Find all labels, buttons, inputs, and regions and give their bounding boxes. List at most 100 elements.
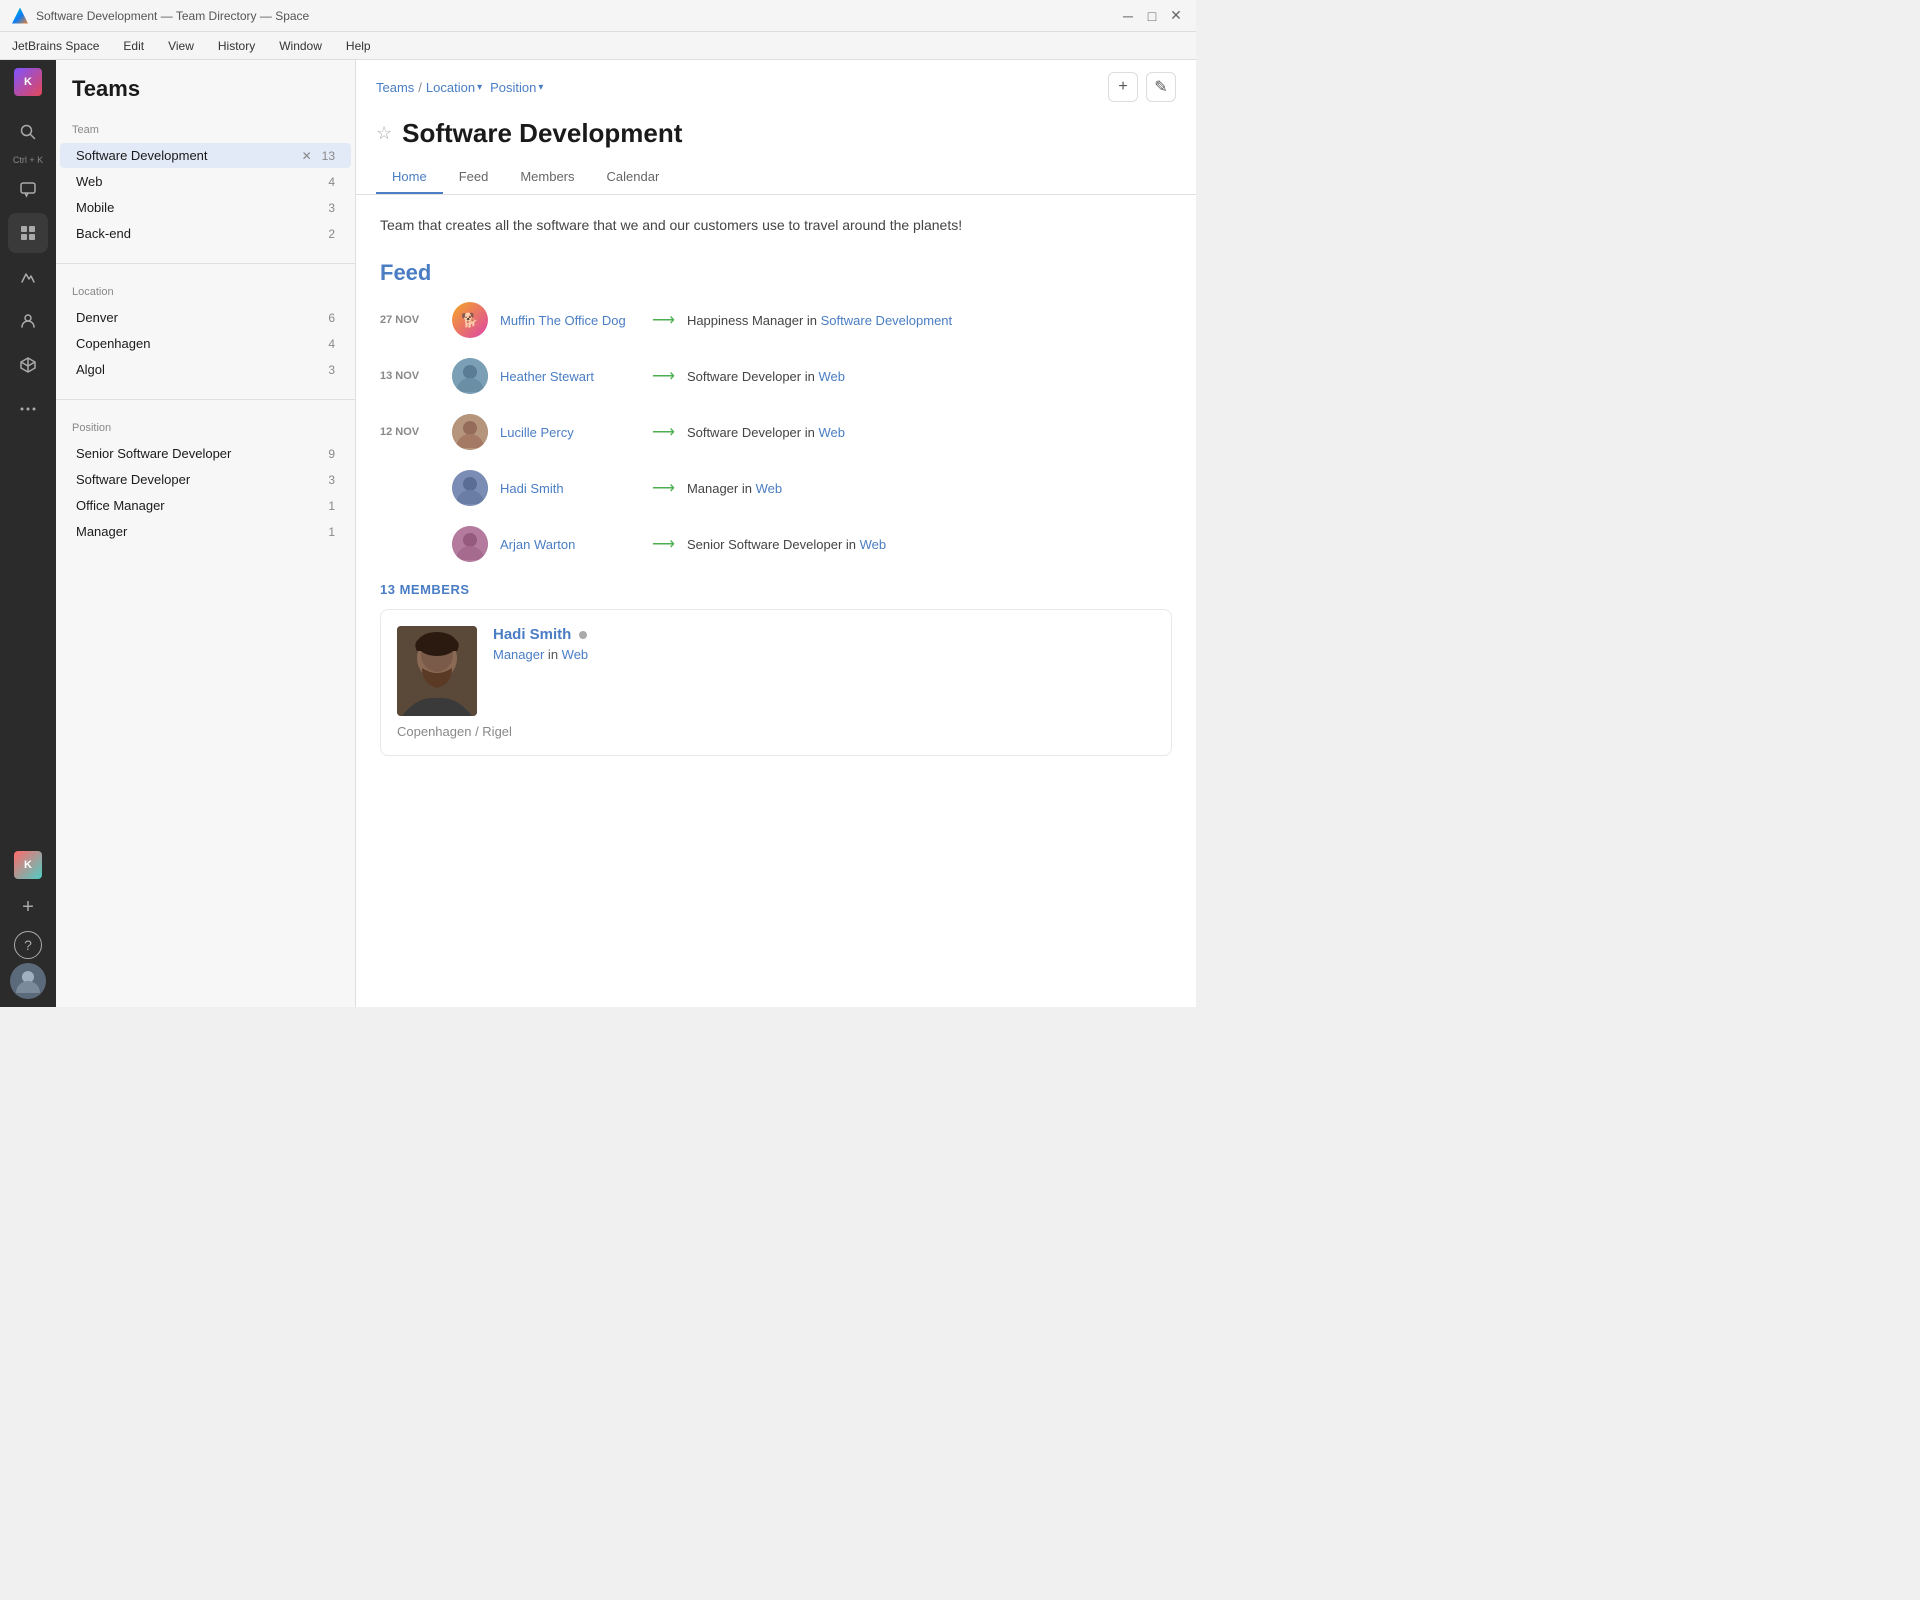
content-area: Team that creates all the software that …	[356, 195, 1196, 1007]
people-icon[interactable]	[8, 301, 48, 341]
sidebar-item-developer[interactable]: Software Developer 3	[60, 467, 351, 492]
menu-edit[interactable]: Edit	[119, 37, 148, 55]
sidebar-item-software-development[interactable]: Software Development ✕ 13	[60, 143, 351, 168]
breadcrumb-position-label: Position	[490, 80, 536, 95]
feed-action-1: Software Developer in Web	[687, 369, 845, 384]
sidebar-item-office-manager[interactable]: Office Manager 1	[60, 493, 351, 518]
menu-window[interactable]: Window	[275, 37, 326, 55]
feed-team-link-2[interactable]: Web	[818, 425, 845, 440]
arrow-icon-4: ⟶	[652, 534, 675, 554]
arrow-icon-2: ⟶	[652, 422, 675, 442]
feed-item-1: 13 NOV Heather Stewart ⟶ Software Develo…	[380, 358, 1172, 394]
sidebar-position-name-1: Software Developer	[76, 472, 190, 487]
sidebar-team-count-3: 2	[328, 227, 335, 241]
team-description: Team that creates all the software that …	[380, 215, 1172, 236]
menu-help[interactable]: Help	[342, 37, 375, 55]
messages-icon[interactable]	[8, 169, 48, 209]
tab-calendar[interactable]: Calendar	[591, 161, 676, 194]
feed-person-lucille[interactable]: Lucille Percy	[500, 425, 640, 440]
sidebar-item-web[interactable]: Web 4	[60, 169, 351, 194]
feed-avatar-heather[interactable]	[452, 358, 488, 394]
minimize-button[interactable]: ─	[1120, 8, 1136, 24]
feed-avatar-hadi[interactable]	[452, 470, 488, 506]
sidebar-team-name-2: Mobile	[76, 200, 114, 215]
feed-person-hadi[interactable]: Hadi Smith	[500, 481, 640, 496]
menu-jetbrains-space[interactable]: JetBrains Space	[8, 37, 103, 55]
arrow-icon-1: ⟶	[652, 366, 675, 386]
feed-team-link-4[interactable]: Web	[860, 537, 887, 552]
member-card-hadi: Hadi Smith Manager in Web Copenhagen / R…	[380, 609, 1172, 756]
user-avatar[interactable]	[10, 963, 46, 999]
packages-icon[interactable]	[8, 345, 48, 385]
tabs-bar: Home Feed Members Calendar	[356, 161, 1196, 195]
member-name-hadi[interactable]: Hadi Smith	[493, 626, 571, 643]
breadcrumb-teams[interactable]: Teams	[376, 80, 414, 95]
feed-avatar-arjan[interactable]	[452, 526, 488, 562]
sidebar-item-manager[interactable]: Manager 1	[60, 519, 351, 544]
edit-button[interactable]: ✎	[1146, 72, 1176, 102]
menu-history[interactable]: History	[214, 37, 259, 55]
sidebar-position-name-3: Manager	[76, 524, 127, 539]
breadcrumb-position-dropdown[interactable]: Position ▾	[490, 80, 543, 95]
sidebar-location-name-1: Copenhagen	[76, 336, 150, 351]
maximize-button[interactable]: □	[1144, 8, 1160, 24]
feed-avatar-muffin[interactable]: 🐕	[452, 302, 488, 338]
feed-team-link-0[interactable]: Software Development	[821, 313, 953, 328]
sidebar-item-denver[interactable]: Denver 6	[60, 305, 351, 330]
chevron-down-icon-2: ▾	[538, 82, 543, 93]
member-status-icon	[579, 631, 587, 639]
feed-person-muffin[interactable]: Muffin The Office Dog	[500, 313, 640, 328]
sidebar-item-close-0[interactable]: ✕	[302, 149, 312, 163]
member-photo-hadi	[397, 626, 477, 716]
sidebar-item-mobile[interactable]: Mobile 3	[60, 195, 351, 220]
favorite-star-icon[interactable]: ☆	[376, 123, 392, 144]
sidebar-team-name-1: Web	[76, 174, 103, 189]
tab-members[interactable]: Members	[504, 161, 590, 194]
app-switcher-icon[interactable]: K	[14, 851, 42, 879]
close-button[interactable]: ✕	[1168, 8, 1184, 24]
sidebar-item-copenhagen[interactable]: Copenhagen 4	[60, 331, 351, 356]
feed-item-2: 12 NOV Lucille Percy ⟶ Software Develope…	[380, 414, 1172, 450]
add-icon[interactable]: +	[8, 887, 48, 927]
feed-team-link-3[interactable]: Web	[756, 481, 783, 496]
jetbrains-logo-icon	[12, 8, 28, 24]
titlebar-controls[interactable]: ─ □ ✕	[1120, 8, 1184, 24]
help-icon[interactable]: ?	[14, 931, 42, 959]
menu-view[interactable]: View	[164, 37, 198, 55]
sidebar-item-senior-dev[interactable]: Senior Software Developer 9	[60, 441, 351, 466]
member-role-hadi: Manager in Web	[493, 647, 1155, 662]
feed-team-link-1[interactable]: Web	[818, 369, 845, 384]
sidebar-team-count-1: 4	[328, 175, 335, 189]
projects-icon[interactable]	[8, 257, 48, 297]
member-role-link-manager[interactable]: Manager	[493, 647, 544, 662]
titlebar-left: Software Development — Team Directory — …	[12, 8, 309, 24]
feed-item-3: Hadi Smith ⟶ Manager in Web	[380, 470, 1172, 506]
breadcrumb-sep-1: /	[418, 80, 422, 95]
sidebar-divider-1	[56, 263, 355, 264]
titlebar-title: Software Development — Team Directory — …	[36, 9, 309, 23]
add-button[interactable]: +	[1108, 72, 1138, 102]
sidebar-team-section: Team Software Development ✕ 13 Web 4 Mob…	[56, 110, 355, 255]
team-header: ☆ Software Development	[356, 110, 1196, 149]
feed-avatar-lucille[interactable]	[452, 414, 488, 450]
more-icon[interactable]	[8, 389, 48, 429]
teams-icon[interactable]	[8, 213, 48, 253]
member-team-link-web[interactable]: Web	[562, 647, 589, 662]
feed-person-arjan[interactable]: Arjan Warton	[500, 537, 640, 552]
sidebar-location-count-1: 4	[328, 337, 335, 351]
sidebar-divider-2	[56, 399, 355, 400]
tab-feed[interactable]: Feed	[443, 161, 505, 194]
feed-person-heather[interactable]: Heather Stewart	[500, 369, 640, 384]
sidebar-item-backend[interactable]: Back-end 2	[60, 221, 351, 246]
feed-date-1: 13 NOV	[380, 370, 440, 382]
breadcrumb-actions: + ✎	[1108, 72, 1176, 102]
titlebar: Software Development — Team Directory — …	[0, 0, 1196, 32]
sidebar-location-count-0: 6	[328, 311, 335, 325]
sidebar-location-name-0: Denver	[76, 310, 118, 325]
tab-home[interactable]: Home	[376, 161, 443, 194]
sidebar-team-count-2: 3	[328, 201, 335, 215]
sidebar-position-count-2: 1	[328, 499, 335, 513]
breadcrumb-location-dropdown[interactable]: Location ▾	[426, 80, 482, 95]
search-icon[interactable]	[8, 112, 48, 152]
sidebar-item-algol[interactable]: Algol 3	[60, 357, 351, 382]
